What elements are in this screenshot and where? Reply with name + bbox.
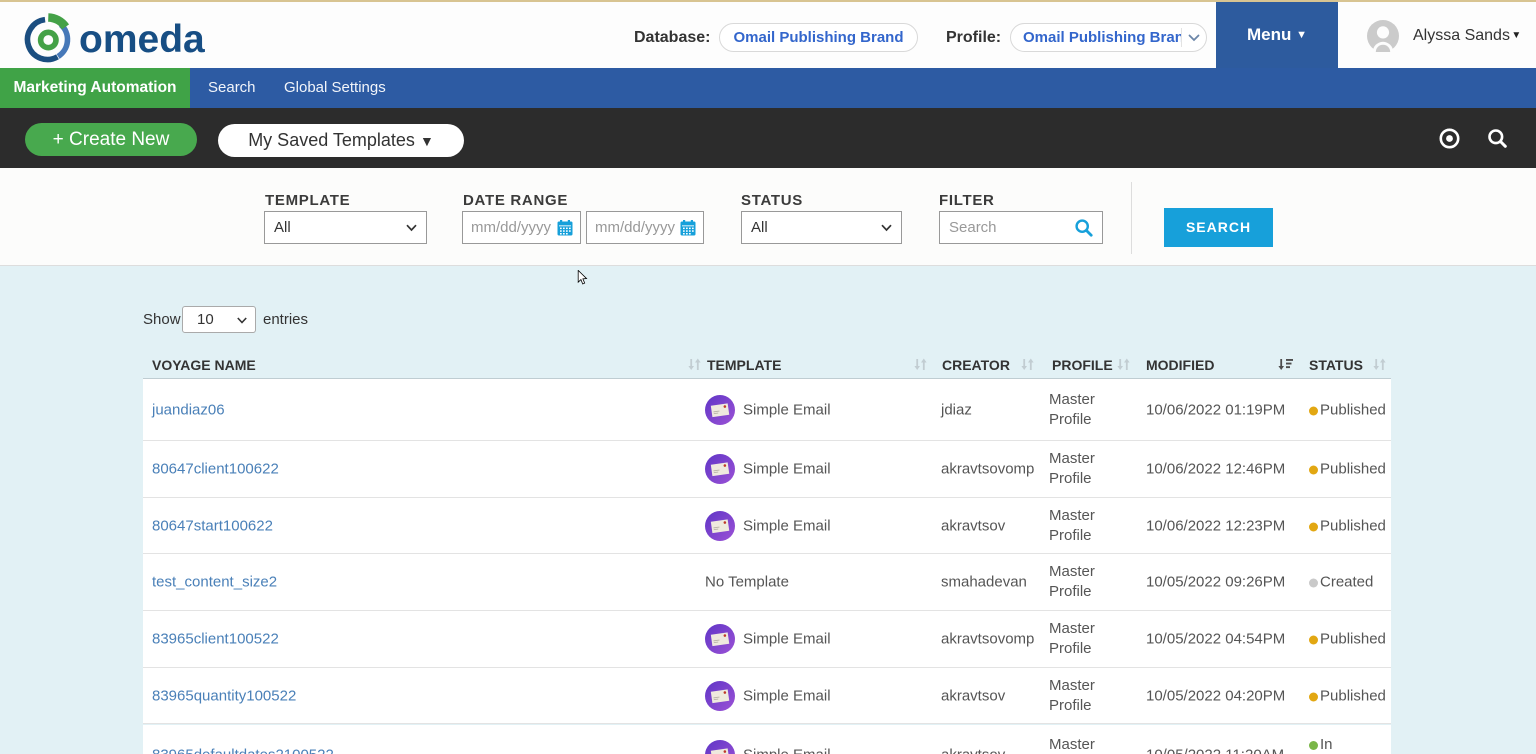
svg-text:omeda: omeda [79, 18, 205, 61]
